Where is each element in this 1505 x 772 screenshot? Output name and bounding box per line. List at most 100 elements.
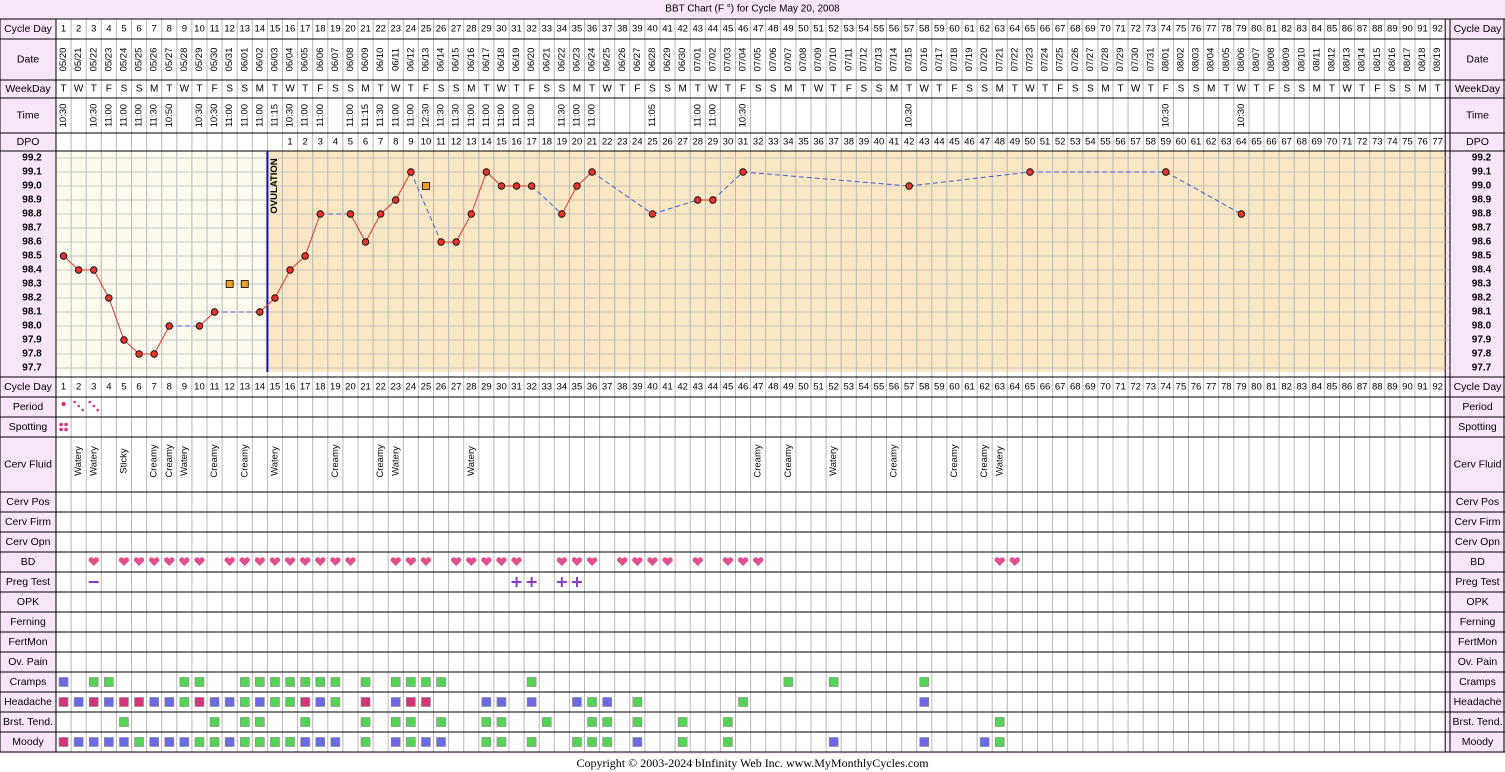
date-cell: 07/19 [964, 48, 975, 72]
weekday-cell: T [1329, 84, 1335, 95]
dpo-cell: 34 [783, 137, 794, 148]
cerv-fluid-cell: Creamy [164, 444, 175, 478]
cycle-day-number: 11 [210, 24, 220, 35]
cycle-day-number: 72 [1130, 24, 1141, 35]
headache-marker [209, 697, 220, 707]
cycle-day-number: 28 [466, 24, 477, 35]
date-cell: 07/17 [934, 48, 945, 72]
moody-marker [723, 737, 733, 747]
time-cell: 11:00 [345, 104, 356, 127]
weekday-cell: F [1163, 84, 1169, 95]
weekday-cell: T [1148, 84, 1154, 95]
row-label-left: Headache [4, 696, 52, 708]
cycle-day-number: 30 [496, 382, 507, 393]
temperature-point [407, 168, 415, 176]
weekday-cell: S [241, 84, 248, 95]
temperature-point [316, 210, 324, 218]
cramps-marker [436, 677, 446, 687]
date-cell: 06/18 [496, 48, 507, 72]
headache-marker [300, 697, 310, 707]
headache-marker [315, 697, 326, 707]
dpo-cell: 21 [587, 137, 598, 148]
cramps-marker [58, 677, 69, 687]
weekday-cell: T [302, 84, 308, 95]
breast-tenderness-marker [994, 717, 1005, 727]
weekday-cell: W [497, 84, 507, 95]
temperature-point [648, 210, 657, 218]
discarded-temperature-marker [225, 280, 234, 288]
dpo-cell: 33 [768, 137, 779, 148]
time-cell: 11:00 [134, 104, 145, 127]
cerv-fluid-cell: Creamy [375, 444, 386, 478]
discarded-temperature-marker [422, 182, 430, 190]
cycle-day-number: 64 [1010, 382, 1021, 393]
cycle-day-number: 15 [270, 24, 281, 35]
time-cell: 10:30 [1160, 104, 1171, 128]
dpo-cell: 1 [287, 137, 292, 148]
cycle-day-number: 66 [1040, 24, 1051, 35]
weekday-cell: S [347, 84, 354, 95]
cycle-day-number: 56 [889, 24, 900, 35]
row-label-left: Ferning [10, 616, 46, 628]
weekday-cell: S [1389, 84, 1396, 95]
time-cell: 11:30 [556, 104, 567, 127]
time-cell: 11:30 [149, 104, 160, 127]
cycle-day-number: 45 [723, 382, 734, 393]
dpo-cell: 76 [1417, 137, 1428, 148]
dpo-cell: 20 [572, 137, 583, 148]
cerv-fluid-cell: Creamy [889, 444, 900, 478]
headache-marker [572, 697, 582, 707]
date-cell: 07/05 [753, 48, 764, 72]
cycle-day-number: 14 [255, 382, 266, 393]
cycle-day-number: 12 [224, 24, 235, 35]
weekday-cell: T [1359, 84, 1365, 95]
weekday-cell: S [649, 84, 656, 95]
dpo-cell: 68 [1296, 137, 1307, 148]
breast-tenderness-marker [119, 717, 129, 727]
date-cell: 05/30 [209, 48, 220, 72]
cerv-fluid-cell: Watery [88, 446, 99, 476]
weekday-cell: S [981, 84, 988, 95]
cerv-fluid-cell: Creamy [330, 444, 341, 478]
date-cell: 07/03 [722, 48, 733, 72]
cycle-day-number: 18 [315, 24, 326, 35]
weekday-cell: W [1237, 84, 1247, 95]
cerv-fluid-cell: Creamy [979, 444, 990, 478]
dpo-cell: 31 [738, 137, 749, 148]
time-cell: 11:00 [707, 104, 718, 127]
row-label-left: DPO [17, 136, 40, 148]
cycle-day-number: 25 [421, 24, 432, 35]
cycle-day-number: 77 [1206, 382, 1217, 393]
temperature-point [573, 182, 581, 190]
dpo-cell: 42 [904, 137, 915, 148]
dpo-cell: 2 [303, 137, 308, 148]
cycle-day-number: 6 [136, 382, 141, 393]
date-cell: 06/01 [239, 48, 250, 72]
temperature-point [905, 182, 913, 190]
headache-marker [738, 697, 748, 707]
time-cell: 11:00 [239, 104, 250, 127]
date-cell: 06/09 [360, 48, 371, 72]
cycle-day-number: 16 [285, 24, 296, 35]
dpo-cell: 6 [363, 137, 368, 148]
dpo-cell: 49 [1010, 137, 1021, 148]
date-cell: 06/12 [405, 48, 416, 72]
y-tick-label-right: 98.0 [1472, 321, 1492, 332]
cycle-day-number: 9 [182, 24, 187, 35]
cycle-day-number: 74 [1161, 382, 1172, 393]
moody-marker [300, 737, 310, 747]
moody-marker [677, 737, 688, 747]
cycle-day-number: 68 [1070, 382, 1081, 393]
y-tick-label-right: 98.3 [1472, 279, 1492, 290]
date-cell: 08/19 [1432, 48, 1443, 72]
cycle-day-number: 35 [572, 382, 583, 393]
breast-tenderness-marker [436, 717, 446, 727]
cerv-fluid-cell: Watery [828, 446, 839, 476]
cycle-day-number: 10 [194, 382, 205, 393]
time-cell: 11:30 [375, 104, 386, 127]
cycle-day-number: 62 [979, 382, 990, 393]
date-cell: 07/24 [1040, 48, 1051, 72]
headache-marker [134, 697, 144, 707]
breast-tenderness-marker [602, 717, 612, 727]
date-cell: 08/05 [1221, 48, 1232, 72]
